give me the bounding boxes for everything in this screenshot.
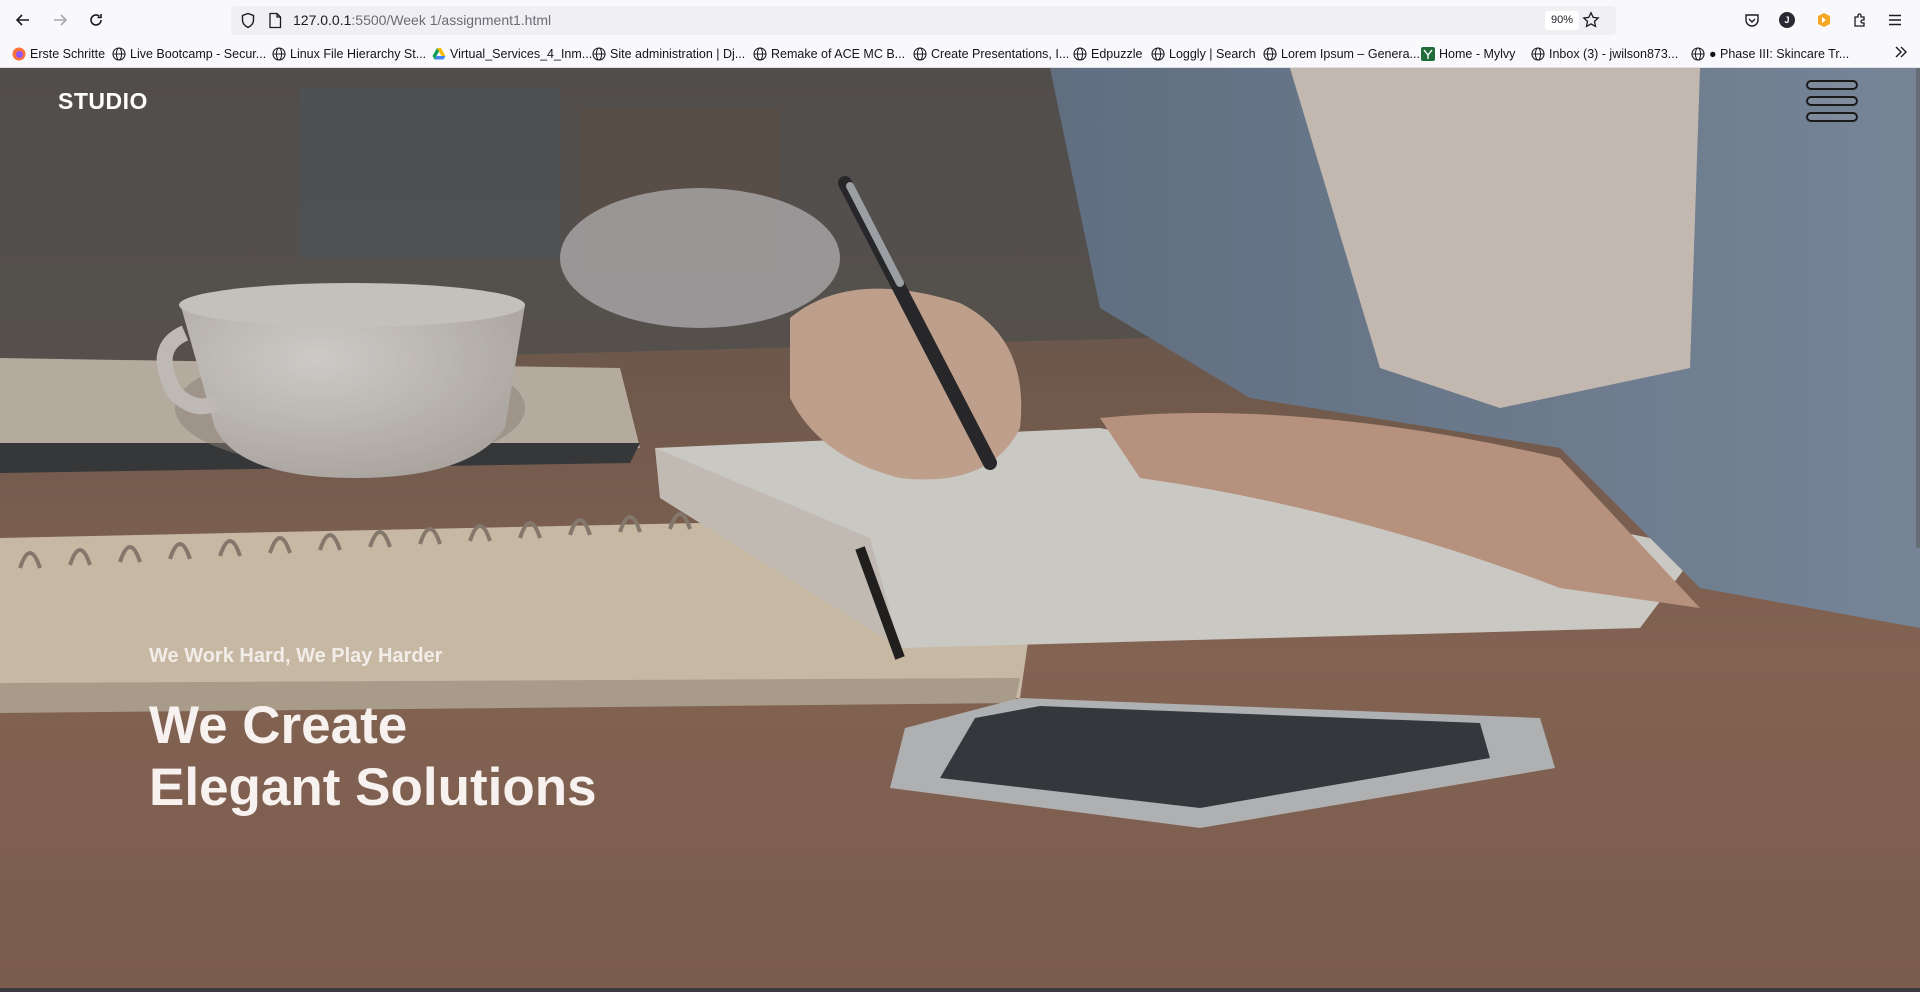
- globe-icon: [272, 47, 286, 61]
- chevron-double-right-icon: [1895, 46, 1907, 58]
- globe-icon: [1263, 47, 1277, 61]
- hamburger-bar: [1806, 112, 1858, 122]
- browser-toolbar: 127.0.0.1:5500/Week 1/assignment1.html 9…: [0, 0, 1920, 40]
- pocket-icon: [1745, 14, 1759, 27]
- bookmark-item[interactable]: Lorem Ipsum – Genera...: [1263, 45, 1420, 63]
- address-bar[interactable]: 127.0.0.1:5500/Week 1/assignment1.html 9…: [231, 6, 1616, 35]
- globe-icon: [1691, 47, 1705, 61]
- arrow-right-icon: [54, 14, 68, 26]
- shield-icon[interactable]: [240, 12, 256, 29]
- star-icon[interactable]: [1582, 11, 1600, 29]
- bookmark-label: Remake of ACE MC B...: [771, 47, 906, 61]
- page-icon[interactable]: [268, 12, 282, 29]
- puzzle-icon: [1854, 13, 1865, 27]
- bookmark-item[interactable]: Virtual_Services_4_Inm...: [432, 45, 592, 63]
- bookmark-item[interactable]: Edpuzzle: [1073, 45, 1142, 63]
- globe-icon: [1151, 47, 1165, 61]
- extensions-button[interactable]: [1849, 9, 1871, 31]
- page-scrollbar[interactable]: [1916, 68, 1920, 548]
- hamburger-bar: [1806, 96, 1858, 106]
- hero-title-line-1: We Create: [149, 696, 408, 755]
- google-drive-icon: [432, 48, 446, 60]
- menu-icon: [1889, 14, 1901, 26]
- bookmark-label: Linux File Hierarchy St...: [290, 47, 427, 61]
- bookmark-item[interactable]: ● Phase III: Skincare Tr...: [1691, 45, 1849, 63]
- globe-icon: [1073, 47, 1087, 61]
- pocket-button[interactable]: [1741, 9, 1763, 31]
- account-button[interactable]: J: [1776, 9, 1798, 31]
- bookmark-label: Inbox (3) - jwilson873...: [1549, 47, 1679, 61]
- bookmark-label: Site administration | Dj...: [610, 47, 746, 61]
- hamburger-bar: [1806, 80, 1858, 90]
- url-text[interactable]: 127.0.0.1:5500/Week 1/assignment1.html: [293, 12, 551, 29]
- hero-title-line-2: Elegant Solutions: [149, 758, 597, 817]
- bookmarks-toolbar: Erste Schritte Live Bootcamp - Secur... …: [0, 40, 1920, 68]
- bookmark-item[interactable]: Site administration | Dj...: [592, 45, 745, 63]
- bookmark-item[interactable]: Loggly | Search: [1151, 45, 1256, 63]
- bookmark-label: Edpuzzle: [1091, 47, 1143, 61]
- globe-icon: [1531, 47, 1545, 61]
- bookmark-label: ● Phase III: Skincare Tr...: [1709, 47, 1850, 61]
- url-path: :5500/Week 1/assignment1.html: [351, 12, 552, 28]
- firefox-icon: [12, 47, 26, 61]
- bookmark-item[interactable]: Home - Mylvy: [1421, 45, 1515, 63]
- bookmark-item[interactable]: Linux File Hierarchy St...: [272, 45, 426, 63]
- hero-title: We Create Elegant Solutions: [149, 695, 597, 819]
- hero-background-image: [0, 68, 1920, 988]
- extension-button[interactable]: [1813, 9, 1835, 31]
- extension-orange-icon: [1818, 13, 1830, 27]
- bookmark-label: Create Presentations, I...: [931, 47, 1070, 61]
- window-bottom-border: [0, 988, 1920, 992]
- hero-subtitle: We Work Hard, We Play Harder: [149, 645, 443, 667]
- bookmark-label: Live Bootcamp - Secur...: [130, 47, 267, 61]
- account-initial: J: [1784, 15, 1790, 25]
- globe-icon: [592, 47, 606, 61]
- page-viewport: STUDIO We Work Hard, We Play Harder We C…: [0, 68, 1920, 988]
- globe-icon: [913, 47, 927, 61]
- hamburger-menu-button[interactable]: [1806, 80, 1858, 122]
- forward-button[interactable]: [48, 8, 72, 32]
- bookmark-label: Virtual_Services_4_Inm...: [450, 47, 593, 61]
- bookmark-label: Loggly | Search: [1169, 47, 1256, 61]
- bookmark-item[interactable]: Live Bootcamp - Secur...: [112, 45, 266, 63]
- site-logo[interactable]: STUDIO: [58, 88, 148, 115]
- bookmark-label: Lorem Ipsum – Genera...: [1281, 47, 1420, 61]
- globe-icon: [753, 47, 767, 61]
- bookmark-item[interactable]: Erste Schritte: [12, 45, 105, 63]
- bookmark-item[interactable]: Create Presentations, I...: [913, 45, 1069, 63]
- zoom-level[interactable]: 90%: [1545, 11, 1580, 30]
- bookmark-label: Erste Schritte: [30, 47, 106, 61]
- reload-icon: [90, 14, 102, 26]
- more-bookmarks-button[interactable]: [1894, 45, 1908, 64]
- reload-button[interactable]: [84, 8, 108, 32]
- bookmark-label: Home - Mylvy: [1439, 47, 1516, 61]
- url-host: 127.0.0.1: [293, 12, 352, 28]
- bookmark-item[interactable]: Remake of ACE MC B...: [753, 45, 905, 63]
- mylvy-icon: [1421, 47, 1435, 61]
- back-button[interactable]: [11, 8, 35, 32]
- bookmark-item[interactable]: Inbox (3) - jwilson873...: [1531, 45, 1678, 63]
- globe-icon: [112, 47, 126, 61]
- menu-button[interactable]: [1884, 9, 1906, 31]
- arrow-left-icon: [15, 14, 29, 26]
